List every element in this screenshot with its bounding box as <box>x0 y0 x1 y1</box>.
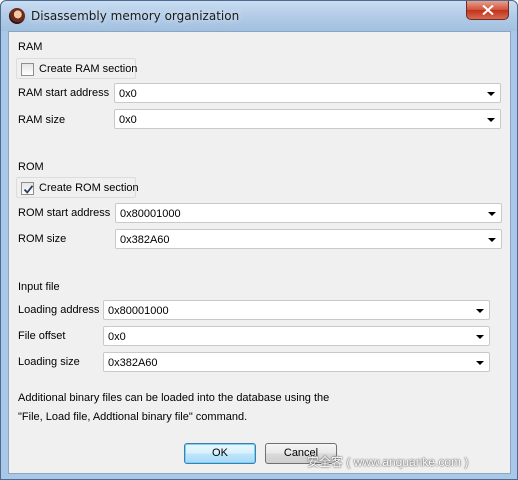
file-offset-combo[interactable]: 0x0 <box>103 326 490 346</box>
window-title: Disassembly memory organization <box>31 9 240 23</box>
close-button[interactable] <box>466 1 509 20</box>
chevron-down-icon[interactable] <box>488 238 496 242</box>
ram-size-combo[interactable]: 0x0 <box>114 109 501 129</box>
close-icon <box>482 5 494 15</box>
create-ram-section-checkbox-row[interactable]: Create RAM section <box>16 58 138 79</box>
create-rom-section-checkbox[interactable] <box>21 182 34 195</box>
create-ram-section-label: Create RAM section <box>39 63 138 75</box>
dialog-window: Disassembly memory organization RAM Crea… <box>0 0 518 480</box>
rom-start-address-value: 0x80001000 <box>120 208 181 220</box>
chevron-down-icon[interactable] <box>488 212 496 216</box>
file-offset-label: File offset <box>18 330 66 342</box>
chevron-down-icon[interactable] <box>476 335 484 339</box>
input-file-heading: Input file <box>18 281 60 293</box>
note-line-1: Additional binary files can be loaded in… <box>18 392 330 404</box>
ram-start-address-label: RAM start address <box>18 87 110 99</box>
loading-size-value: 0x382A60 <box>108 357 158 369</box>
chevron-down-icon[interactable] <box>487 92 495 96</box>
rom-size-combo[interactable]: 0x382A60 <box>115 229 502 249</box>
rom-heading: ROM <box>18 161 44 173</box>
file-offset-value: 0x0 <box>108 331 126 343</box>
create-ram-section-checkbox[interactable] <box>21 63 34 76</box>
checkmark-icon <box>23 185 34 194</box>
rom-size-value: 0x382A60 <box>120 234 170 246</box>
ram-heading: RAM <box>18 41 43 53</box>
ram-start-address-value: 0x0 <box>119 88 137 100</box>
loading-address-combo[interactable]: 0x80001000 <box>103 300 490 320</box>
note-line-2: "File, Load file, Addtional binary file"… <box>18 411 248 423</box>
ok-button[interactable]: OK <box>184 443 256 464</box>
app-icon <box>9 8 25 24</box>
rom-start-address-label: ROM start address <box>18 207 111 219</box>
watermark-text: 安全客 ( www.anquanke.com ) <box>307 455 469 469</box>
dialog-body: RAM Create RAM section RAM start address… <box>8 31 511 474</box>
create-rom-section-checkbox-row[interactable]: Create ROM section <box>16 177 139 198</box>
create-rom-section-label: Create ROM section <box>39 182 139 194</box>
chevron-down-icon[interactable] <box>476 309 484 313</box>
loading-address-value: 0x80001000 <box>108 305 169 317</box>
ram-size-label: RAM size <box>18 114 66 126</box>
loading-size-combo[interactable]: 0x382A60 <box>103 352 490 372</box>
rom-size-label: ROM size <box>18 233 67 245</box>
chevron-down-icon[interactable] <box>487 118 495 122</box>
chevron-down-icon[interactable] <box>476 361 484 365</box>
title-bar[interactable]: Disassembly memory organization <box>1 1 517 31</box>
loading-size-label: Loading size <box>18 356 80 368</box>
ram-size-value: 0x0 <box>119 114 137 126</box>
rom-start-address-combo[interactable]: 0x80001000 <box>115 203 502 223</box>
ram-start-address-combo[interactable]: 0x0 <box>114 83 501 103</box>
loading-address-label: Loading address <box>18 304 100 316</box>
